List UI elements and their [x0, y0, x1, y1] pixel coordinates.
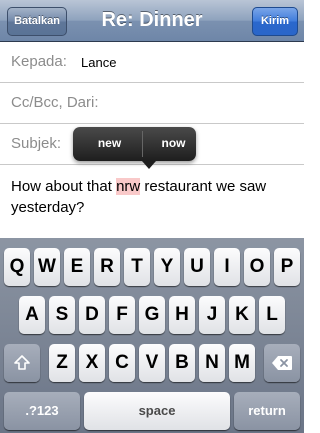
- message-body[interactable]: How about that nrw restaurant we saw yes…: [11, 176, 297, 218]
- key-i[interactable]: I: [214, 248, 240, 286]
- key-d[interactable]: D: [79, 296, 105, 334]
- shift-icon: [14, 355, 30, 370]
- key-l[interactable]: L: [259, 296, 285, 334]
- navigation-bar: Batalkan Re: Dinner Kirim: [0, 0, 304, 42]
- key-f[interactable]: F: [109, 296, 135, 334]
- spelling-suggestions: new now: [73, 127, 196, 169]
- message-text-before: How about that: [11, 178, 117, 195]
- key-j[interactable]: J: [199, 296, 225, 334]
- key-p[interactable]: P: [274, 248, 300, 286]
- key-a[interactable]: A: [19, 296, 45, 334]
- backspace-icon: [272, 356, 292, 370]
- to-recipient[interactable]: Lance: [81, 55, 116, 70]
- numbers-key[interactable]: .?123: [4, 392, 80, 430]
- key-e[interactable]: E: [64, 248, 90, 286]
- keyboard: Q W E R T Y U I O P A S D F G H J K L Z …: [0, 238, 304, 433]
- cc-bcc-from-field[interactable]: Cc/Bcc, Dari:: [0, 83, 304, 124]
- suggestion-new[interactable]: new: [79, 136, 140, 150]
- to-field[interactable]: Kepada: Lance: [0, 42, 304, 83]
- suggestion-pointer: [142, 161, 156, 169]
- key-t[interactable]: T: [124, 248, 150, 286]
- key-b[interactable]: B: [169, 344, 195, 382]
- key-n[interactable]: N: [199, 344, 225, 382]
- key-x[interactable]: X: [79, 344, 105, 382]
- to-label: Kepada:: [11, 53, 67, 70]
- return-key[interactable]: return: [234, 392, 300, 430]
- misspelled-word[interactable]: nrw: [116, 178, 141, 195]
- key-c[interactable]: C: [109, 344, 135, 382]
- key-v[interactable]: V: [139, 344, 165, 382]
- cc-bcc-from-label: Cc/Bcc, Dari:: [11, 94, 99, 111]
- key-g[interactable]: G: [139, 296, 165, 334]
- key-r[interactable]: R: [94, 248, 120, 286]
- key-h[interactable]: H: [169, 296, 195, 334]
- subject-label: Subjek:: [11, 135, 62, 152]
- key-m[interactable]: M: [229, 344, 255, 382]
- key-z[interactable]: Z: [49, 344, 75, 382]
- suggestion-now[interactable]: now: [143, 136, 204, 150]
- delete-key[interactable]: [264, 344, 300, 382]
- shift-key[interactable]: [4, 344, 40, 382]
- send-button[interactable]: Kirim: [252, 7, 298, 36]
- key-u[interactable]: U: [184, 248, 210, 286]
- key-q[interactable]: Q: [4, 248, 30, 286]
- key-o[interactable]: O: [244, 248, 270, 286]
- key-y[interactable]: Y: [154, 248, 180, 286]
- key-s[interactable]: S: [49, 296, 75, 334]
- space-key[interactable]: space: [84, 392, 230, 430]
- key-w[interactable]: W: [34, 248, 60, 286]
- key-k[interactable]: K: [229, 296, 255, 334]
